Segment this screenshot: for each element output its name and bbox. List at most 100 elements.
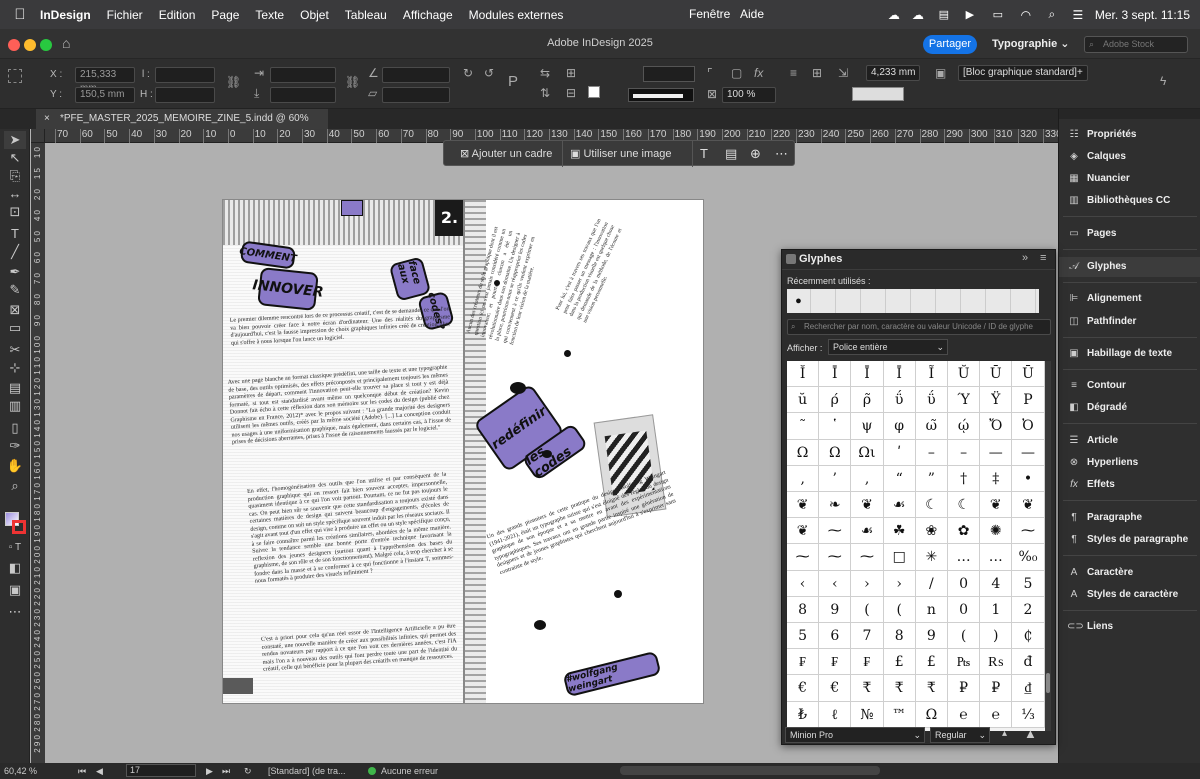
glyph-cell[interactable]: Ī <box>883 361 916 388</box>
glyph-cell[interactable]: № <box>851 701 884 728</box>
glyph-cell[interactable]: Ωι <box>851 439 884 466</box>
workspace-switcher[interactable]: Typographie ⌄ <box>992 37 1069 50</box>
flip-horizontal-icon[interactable]: ⇆ <box>540 66 550 80</box>
horizontal-scrollbar[interactable] <box>620 766 880 775</box>
glyph-cell[interactable]: □ <box>883 544 916 571</box>
menubar-clock[interactable]: Mer. 3 sept. 11:15 <box>1091 8 1200 22</box>
close-tab-icon[interactable]: × <box>44 109 50 129</box>
apply-gradient-icon[interactable]: ◧ <box>4 559 26 577</box>
link-scale-icon[interactable]: ⛓ <box>345 75 360 89</box>
glyph-cell[interactable]: ❦ <box>980 492 1013 519</box>
scale-y-field[interactable] <box>270 87 336 103</box>
stroke-type-dropdown[interactable] <box>628 88 694 102</box>
glyph-cell[interactable]: 6 <box>819 623 852 650</box>
glyph-cell[interactable]: € <box>819 675 852 702</box>
tools-more-icon[interactable]: ⋯ <box>4 603 26 621</box>
menu-tableau[interactable]: Tableau <box>337 8 395 22</box>
glyph-cell[interactable]: ₹ <box>851 675 884 702</box>
document-tab[interactable]: × *PFE_MASTER_2025_MEMOIRE_ZINE_5.indd @… <box>36 109 328 144</box>
height-field[interactable] <box>155 87 215 103</box>
glyph-cell[interactable]: ✳ <box>915 544 948 571</box>
glyph-cell[interactable]: ⁓ <box>819 518 852 545</box>
home-icon[interactable]: ⌂ <box>62 35 70 51</box>
menu-fenetre[interactable]: Fenêtre <box>689 7 730 21</box>
glyph-cell[interactable]: ☾ <box>915 492 948 519</box>
glyph-cell[interactable]: ✿ <box>948 518 981 545</box>
vertical-ruler[interactable]: 1 0 1 5 2 0 4 0 5 0 6 0 7 0 8 0 9 0 1 0 0 1 1 0 1 2… <box>31 143 45 763</box>
menu-affichage[interactable]: Affichage <box>395 8 461 22</box>
frame-fitting-icon[interactable]: ▢ <box>731 66 742 80</box>
select-container-icon[interactable]: ⊞ <box>566 66 576 80</box>
preflight-status[interactable]: Aucune erreur <box>381 763 438 779</box>
glyph-cell[interactable]: – <box>948 439 981 466</box>
menu-modules-externes[interactable]: Modules externes <box>461 8 572 22</box>
play-icon[interactable]: ▶ <box>957 8 983 21</box>
glyph-cell[interactable]: %₀ <box>1012 544 1045 571</box>
left-paragraph-4[interactable]: C'est à priori pour cela qu'un réel esso… <box>261 623 460 703</box>
glyph-cell[interactable]: ☙ <box>851 518 884 545</box>
glyph-cell[interactable]: • <box>1012 465 1045 492</box>
glyph-cell[interactable]: ‡ <box>980 465 1013 492</box>
dock-item-styles-de-caractere[interactable]: A Styles de caractère <box>1059 585 1200 605</box>
dock-item-hyperliens[interactable]: ⊗ Hyperliens <box>1059 453 1200 473</box>
glyph-cell[interactable]: Ū <box>1012 361 1045 388</box>
rectangle-tool-icon[interactable]: ▭ <box>4 319 26 337</box>
glyph-cell[interactable]: ☙ <box>883 492 916 519</box>
text-frame-icon[interactable]: T <box>700 145 708 163</box>
sticker-innover[interactable]: INNOVER <box>252 267 324 311</box>
glyph-cell[interactable]: ( <box>851 596 884 623</box>
glyph-cell[interactable]: ₣ <box>851 649 884 676</box>
glyph-cell[interactable]: ❦ <box>1012 492 1045 519</box>
glyph-cell[interactable]: “ <box>883 465 916 492</box>
glyph-cell[interactable]: Ύ <box>948 387 981 414</box>
menu-app-name[interactable]: InDesign <box>40 8 99 22</box>
glyph-cell[interactable]: ρ̃ <box>851 387 884 414</box>
hand-tool-icon[interactable]: ✋ <box>4 457 26 475</box>
sticker-hashtag-weingart[interactable]: #wolfgang weingart <box>562 650 662 698</box>
glyph-cell[interactable]: ₹ <box>915 675 948 702</box>
right-page[interactable]: Aucun des créateurs du style graphique d… <box>464 200 703 703</box>
line-tool-icon[interactable]: ╱ <box>4 243 26 261</box>
zoom-window-button[interactable] <box>40 39 52 51</box>
glyph-cell[interactable]: ℓ <box>819 701 852 728</box>
glyph-cell[interactable]: đ <box>1012 649 1045 676</box>
dock-item-pathfinder[interactable]: ◫ Pathfinder <box>1059 312 1200 332</box>
glyph-cell[interactable]: ❀ <box>915 518 948 545</box>
rectangle-frame-tool-icon[interactable]: ⊠ <box>4 301 26 319</box>
glyph-grid-scrollbar[interactable] <box>1045 361 1051 731</box>
glyph-cell[interactable]: 7 <box>851 623 884 650</box>
glyph-cell[interactable]: ❦ <box>851 492 884 519</box>
glyph-cell[interactable]: ψ <box>851 413 884 440</box>
y-field[interactable]: 150,5 mm <box>75 87 135 103</box>
left-paragraph-2[interactable]: Avec une page blanche au format classiqu… <box>228 364 455 483</box>
select-content-icon[interactable]: ⊟ <box>566 86 576 100</box>
glyph-cell[interactable]: ρ́ <box>819 387 852 414</box>
glyph-cell[interactable]: / <box>915 570 948 597</box>
glyph-cell[interactable]: ✺ <box>980 518 1013 545</box>
shear-field[interactable] <box>382 87 450 103</box>
glyph-cell[interactable]: – <box>915 439 948 466</box>
glyph-cell[interactable]: Ŭ <box>948 361 981 388</box>
glyph-cell[interactable]: ₧ <box>948 649 981 676</box>
glyph-cell[interactable]: ΰ <box>883 387 916 414</box>
rotate-cw-icon[interactable]: ↻ <box>463 66 473 80</box>
glyph-cell[interactable]: Ρ <box>1012 387 1045 414</box>
battery-icon[interactable]: ▭ <box>983 8 1013 21</box>
glyph-cell[interactable]: ω̃ <box>915 413 948 440</box>
keyboard-icon[interactable]: ▤ <box>931 8 957 21</box>
rotate-ccw-icon[interactable]: ↺ <box>484 66 494 80</box>
rotation-field[interactable] <box>382 67 450 83</box>
last-page-icon[interactable]: ⏭ <box>222 763 230 779</box>
glyph-cell[interactable]: 9 <box>819 596 852 623</box>
glyph-cell[interactable]: 8 <box>883 623 916 650</box>
dock-item-proprietes[interactable]: ☷ Propriétés <box>1059 125 1200 145</box>
glyph-cell[interactable]: ( <box>883 596 916 623</box>
close-window-button[interactable] <box>8 39 20 51</box>
glyph-cell[interactable]: ⅓ <box>1012 701 1045 728</box>
screen-mode-icon[interactable]: ▣ <box>4 581 26 599</box>
selection-tool-icon[interactable]: ➤ <box>4 131 26 149</box>
glyph-cell[interactable]: 0 <box>948 596 981 623</box>
page-tool-icon[interactable]: ⎘ <box>4 167 26 185</box>
glyph-cell[interactable]: Ĩ <box>915 361 948 388</box>
flip-vertical-icon[interactable]: ⇅ <box>540 86 550 100</box>
